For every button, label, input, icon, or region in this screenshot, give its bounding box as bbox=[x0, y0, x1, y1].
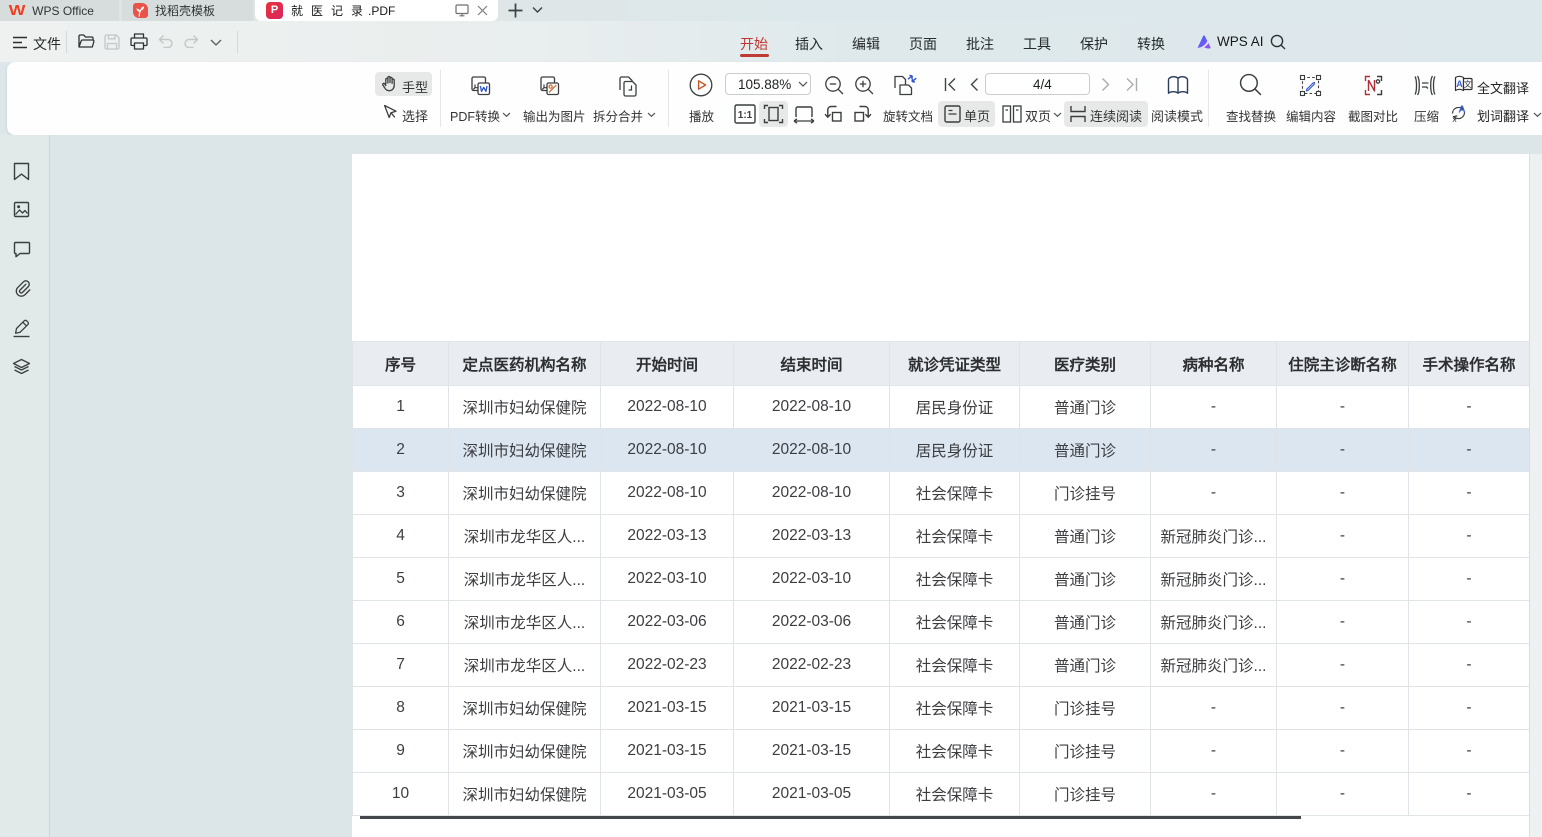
svg-text:文: 文 bbox=[1464, 79, 1472, 89]
svg-text:1:1: 1:1 bbox=[738, 110, 753, 121]
svg-text:A: A bbox=[1458, 105, 1465, 116]
svg-text:A: A bbox=[1456, 79, 1463, 89]
